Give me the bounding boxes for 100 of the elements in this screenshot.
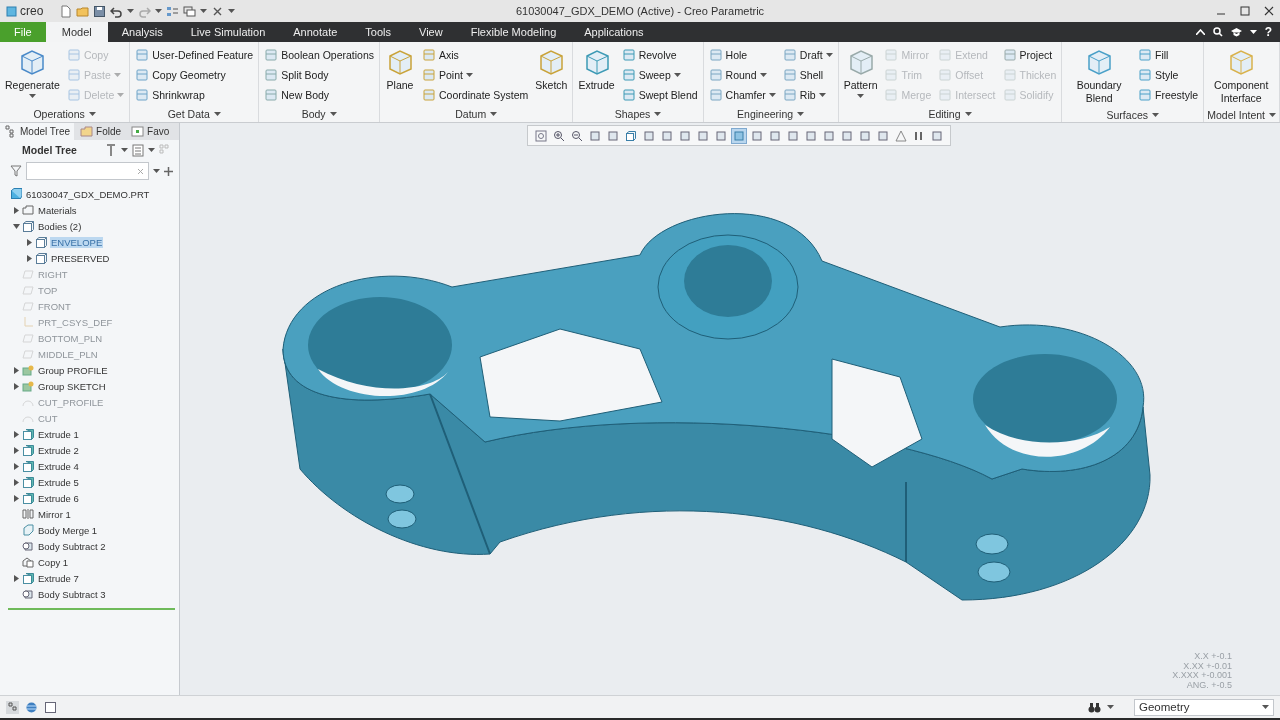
help-button[interactable]: ? (1264, 25, 1272, 39)
panel-tab[interactable]: Model Tree (0, 123, 75, 140)
ribbon-button[interactable]: Axis (420, 45, 531, 65)
view-tool-button[interactable] (822, 128, 836, 143)
tree-item[interactable]: PRESERVED (50, 252, 111, 264)
undo-icon[interactable] (110, 4, 124, 18)
view-tool-button[interactable] (876, 128, 890, 143)
tree-item[interactable]: Extrude 6 (37, 492, 80, 504)
graduation-cap-icon[interactable] (1230, 27, 1242, 37)
collapsed-arrow-icon[interactable] (25, 254, 33, 262)
ribbon-button[interactable]: Chamfer (706, 85, 778, 105)
ribbon-button[interactable]: Shrinkwrap (133, 85, 256, 105)
menu-tab[interactable]: Analysis (107, 22, 177, 42)
ribbon-button[interactable]: Sketch (533, 45, 570, 94)
collapsed-arrow-icon[interactable] (12, 494, 20, 502)
tree-item[interactable]: Body Subtract 2 (37, 540, 107, 552)
ribbon-button[interactable]: Sweep (619, 65, 700, 85)
tree-item[interactable]: Extrude 7 (37, 572, 80, 584)
collapsed-arrow-icon[interactable] (12, 446, 20, 454)
tree-item[interactable]: Body Merge 1 (37, 524, 99, 536)
ribbon-button[interactable]: Shell (780, 65, 835, 85)
ribbon-button[interactable]: Regenerate (3, 45, 62, 100)
tools-icon[interactable] (105, 143, 117, 157)
collapsed-arrow-icon[interactable] (12, 574, 20, 582)
view-tool-button[interactable] (714, 128, 728, 143)
tree-item[interactable]: Body Subtract 3 (37, 588, 107, 600)
ribbon-button[interactable]: Project (1000, 45, 1059, 65)
ribbon-button[interactable]: Freestyle (1136, 85, 1201, 105)
ribbon-button[interactable]: Hole (706, 45, 778, 65)
tree-item[interactable]: 61030047_GDX_DEMO.PRT (25, 188, 151, 200)
filter-icon[interactable] (10, 165, 22, 177)
zoom-out-button[interactable] (570, 128, 584, 143)
binoculars-icon[interactable] (1088, 701, 1101, 713)
menu-tab[interactable]: Flexible Modeling (456, 22, 571, 42)
view-tool-button[interactable] (606, 128, 620, 143)
group-menu-button[interactable]: Body (301, 107, 337, 120)
tree-item[interactable]: Materials (37, 204, 78, 216)
ribbon-button[interactable]: Component Interface (1207, 45, 1276, 107)
ribbon-button[interactable]: Style (1136, 65, 1201, 85)
group-menu-button[interactable]: Datum (455, 107, 498, 120)
tree-item[interactable]: Copy 1 (37, 556, 70, 568)
collapsed-arrow-icon[interactable] (12, 382, 20, 390)
selection-filter-dropdown[interactable]: Geometry (1134, 698, 1274, 716)
view-tool-button[interactable] (660, 128, 674, 143)
search-icon[interactable] (1212, 27, 1223, 37)
tree-item[interactable]: Extrude 2 (37, 444, 80, 456)
tree-item[interactable]: ENVELOPE (50, 236, 104, 248)
maximize-icon[interactable] (1240, 6, 1250, 16)
ribbon-button[interactable]: Extrude (576, 45, 617, 94)
view-tool-button[interactable] (804, 128, 818, 143)
triangle-button[interactable] (894, 128, 908, 143)
tree-item[interactable]: Extrude 5 (37, 476, 80, 488)
ribbon-button[interactable]: Copy Geometry (133, 65, 256, 85)
ribbon-button[interactable]: New Body (262, 85, 377, 105)
menu-tab[interactable]: Live Simulation (176, 22, 280, 42)
new-file-icon[interactable] (59, 4, 73, 18)
group-menu-button[interactable]: Editing (928, 107, 972, 120)
collapsed-arrow-icon[interactable] (12, 430, 20, 438)
tree-item[interactable]: Group PROFILE (37, 364, 109, 376)
tree-item[interactable]: Extrude 4 (37, 460, 80, 472)
collapsed-arrow-icon[interactable] (12, 206, 20, 214)
ribbon-button[interactable]: Round (706, 65, 778, 85)
hierarchy-icon[interactable] (6, 700, 19, 714)
ribbon-button[interactable]: Coordinate System (420, 85, 531, 105)
ribbon-button[interactable]: Boundary Blend (1065, 45, 1133, 107)
group-menu-button[interactable]: Operations (33, 107, 96, 120)
view-tool-button[interactable] (786, 128, 800, 143)
view-tool-button[interactable] (930, 128, 944, 143)
cube-button[interactable] (624, 128, 638, 143)
group-menu-button[interactable]: Shapes (614, 107, 662, 120)
close-icon[interactable] (1264, 6, 1274, 16)
ribbon-button[interactable]: User-Defined Feature (133, 45, 256, 65)
ribbon-button[interactable]: Point (420, 65, 531, 85)
clear-icon[interactable] (137, 167, 144, 175)
tree-item[interactable]: Mirror 1 (37, 508, 72, 520)
windows-icon[interactable] (183, 4, 197, 18)
tree-item[interactable]: Group SKETCH (37, 380, 107, 392)
view-tool-button[interactable] (750, 128, 764, 143)
menu-tab[interactable]: Model (45, 22, 108, 42)
add-icon[interactable] (164, 166, 173, 176)
ribbon-button[interactable]: Revolve (619, 45, 700, 65)
collapsed-arrow-icon[interactable] (12, 462, 20, 470)
expanded-arrow-icon[interactable] (12, 222, 20, 230)
regenerate-icon[interactable] (166, 4, 180, 18)
menu-tab[interactable]: Annotate (279, 22, 352, 42)
search-field[interactable] (26, 162, 149, 180)
window-icon[interactable] (44, 700, 57, 714)
group-menu-button[interactable]: Engineering (737, 107, 805, 120)
tree-item[interactable]: Bodies (2) (37, 220, 83, 232)
menu-tab[interactable]: View (405, 22, 457, 42)
view-tool-button[interactable] (768, 128, 782, 143)
ribbon-button[interactable]: Rib (780, 85, 835, 105)
ribbon-button[interactable]: Pattern (841, 45, 880, 100)
list-icon[interactable] (132, 143, 144, 157)
group-menu-button[interactable]: Get Data (167, 107, 221, 120)
tree-item[interactable]: Extrude 1 (37, 428, 80, 440)
zoom-in-button[interactable] (552, 128, 566, 143)
group-menu-button[interactable]: Model Intent (1207, 108, 1276, 121)
view-tool-button[interactable] (588, 128, 602, 143)
group-menu-button[interactable]: Surfaces (1106, 108, 1159, 121)
